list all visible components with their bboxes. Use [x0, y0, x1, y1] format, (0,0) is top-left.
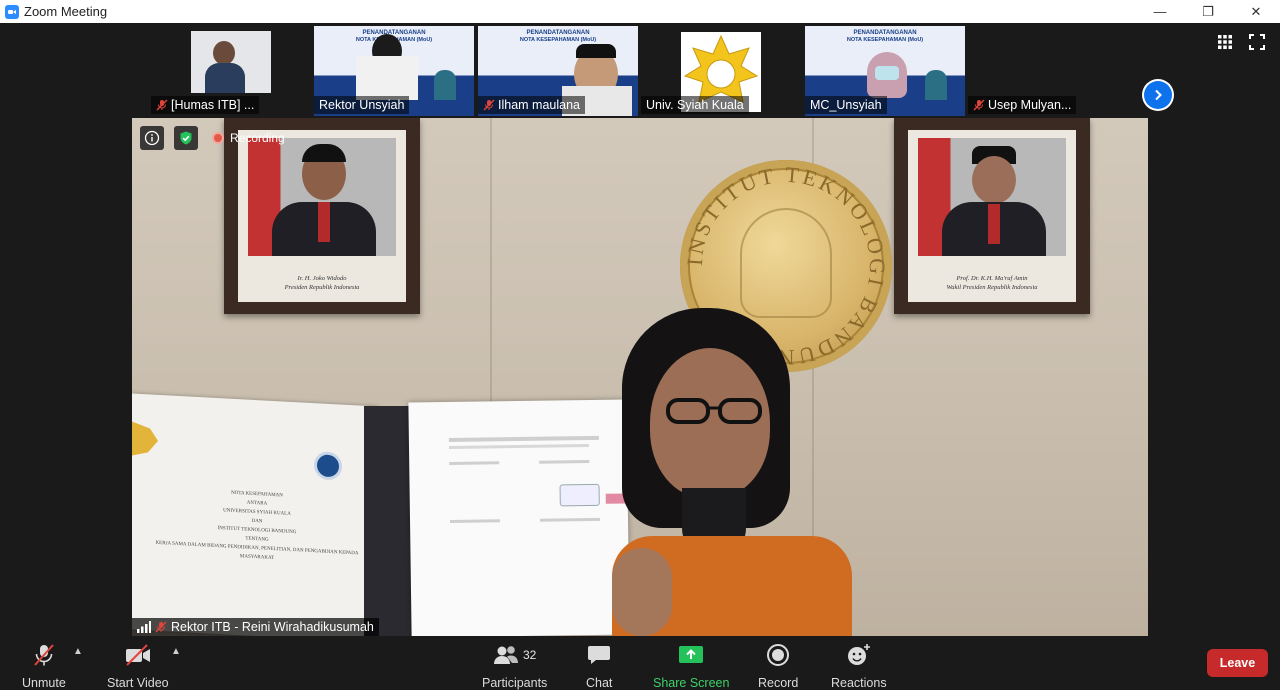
participant-tile-rektor-unsyiah[interactable]: PENANDATANGANAN NOTA KESEPAHAMAN (MoU) R… — [314, 26, 474, 116]
mou-document-right — [408, 399, 646, 636]
participant-name-tag: [Humas ITB] ... — [151, 96, 260, 114]
participant-tile-mc-unsyiah[interactable]: PENANDATANGANAN NOTA KESEPAHAMAN (MoU) M… — [805, 26, 965, 116]
record-dot-icon — [212, 132, 224, 144]
portrait-frame-vice-president: Prof. Dr. K.H. Ma'ruf Amin Wakil Preside… — [894, 118, 1090, 314]
close-button[interactable]: ✕ — [1232, 0, 1280, 23]
info-icon — [144, 130, 160, 146]
gallery-view-icon[interactable] — [1216, 33, 1234, 51]
zoom-logo-icon — [5, 4, 19, 19]
window-title: Zoom Meeting — [24, 4, 108, 19]
title-bar: Zoom Meeting — ❐ ✕ — [0, 0, 1280, 23]
encryption-button[interactable] — [174, 126, 198, 150]
mic-muted-icon — [155, 621, 167, 633]
shield-check-icon — [180, 131, 192, 145]
unmute-button[interactable]: Unmute — [22, 642, 66, 690]
share-screen-button[interactable]: Share Screen — [653, 642, 729, 690]
gallery-strip: [Humas ITB] ... PENANDATANGANAN NOTA KES… — [0, 23, 1280, 118]
fullscreen-icon[interactable] — [1248, 33, 1266, 51]
reactions-button[interactable]: Reactions — [831, 642, 887, 690]
minimize-button[interactable]: — — [1136, 0, 1184, 23]
speaker-person — [612, 308, 852, 636]
next-page-button[interactable] — [1142, 79, 1174, 111]
record-icon — [767, 644, 790, 666]
restore-button[interactable]: ❐ — [1184, 0, 1232, 23]
meeting-info-button[interactable] — [140, 126, 164, 150]
record-button[interactable]: Record — [758, 642, 798, 690]
microphone-muted-icon — [34, 644, 54, 666]
chat-button[interactable]: Chat — [586, 642, 612, 690]
video-options-caret[interactable]: ▲ — [171, 646, 181, 657]
audio-options-caret[interactable]: ▲ — [73, 646, 83, 657]
mic-muted-icon — [483, 99, 495, 111]
participants-button[interactable]: 32 Participants — [482, 642, 547, 690]
participant-tile-univ-syiah-kuala[interactable]: Univ. Syiah Kuala — [641, 26, 801, 116]
share-screen-icon — [679, 646, 704, 663]
mic-muted-icon — [973, 99, 985, 111]
leave-button[interactable]: Leave — [1207, 649, 1268, 677]
emoji-add-icon — [847, 644, 870, 665]
mic-muted-icon — [156, 99, 168, 111]
chat-bubble-icon — [588, 646, 611, 664]
participant-name-tag: MC_Unsyiah — [805, 96, 887, 114]
mou-document-left: NOTA KESEPAHAMAN ANTARA UNIVERSITAS SYIAH … — [132, 393, 378, 636]
chevron-right-icon — [1155, 89, 1162, 101]
camera-off-icon — [125, 644, 150, 666]
participant-name-tag: Rektor Unsyiah — [314, 96, 410, 114]
participant-tile-usep-mulyana[interactable]: Usep Mulyan... — [968, 26, 1128, 116]
start-video-button[interactable]: Start Video — [107, 642, 169, 690]
video-feed — [191, 31, 271, 93]
participant-tile-humas-itb[interactable]: [Humas ITB] ... — [151, 26, 311, 116]
active-speaker-video: Ir. H. Joko Widodo Presiden Republik Ind… — [132, 118, 1148, 636]
participant-name-tag: Ilham maulana — [478, 96, 585, 114]
participants-icon — [493, 646, 518, 664]
meeting-toolbar: Unmute ▲ Start Video ▲ 32 Participants C… — [0, 636, 1280, 690]
signal-strength-icon — [137, 621, 151, 633]
participant-name-tag: Usep Mulyan... — [968, 96, 1077, 114]
participant-tile-ilham-maulana[interactable]: PENANDATANGANAN NOTA KESEPAHAMAN (MoU) I… — [478, 26, 638, 116]
participant-name-tag: Univ. Syiah Kuala — [641, 96, 749, 114]
speaker-name-tag: Rektor ITB - Reini Wirahadikusumah — [132, 618, 379, 636]
recording-indicator: Recording — [212, 131, 285, 145]
